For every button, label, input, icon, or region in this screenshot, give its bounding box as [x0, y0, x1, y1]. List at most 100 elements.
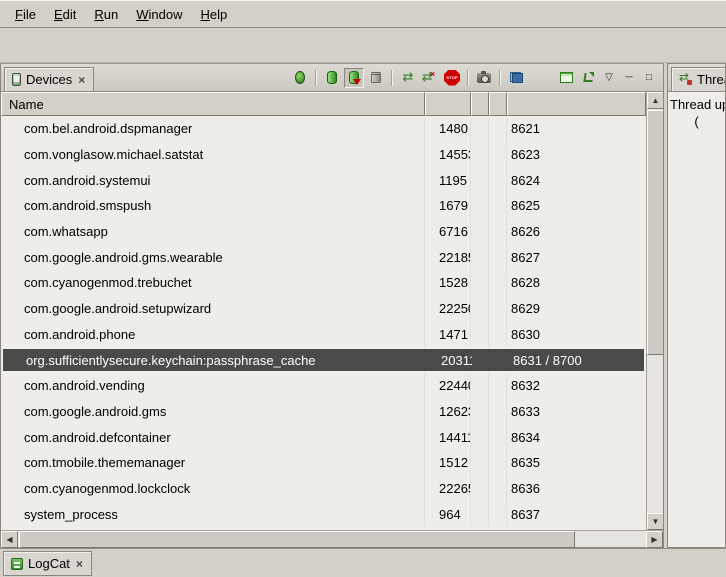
- cause-gc-icon[interactable]: [366, 68, 386, 88]
- tab-devices-label: Devices: [26, 72, 72, 87]
- screen-capture-icon[interactable]: [474, 68, 494, 88]
- process-name: com.cyanogenmod.trebuchet: [1, 270, 425, 296]
- process-spacer: [489, 450, 507, 476]
- process-spacer: [489, 501, 507, 527]
- process-name: com.google.android.gms: [1, 399, 425, 425]
- process-spacer: [471, 450, 489, 476]
- process-spacer: [489, 142, 507, 168]
- process-port: 8624: [507, 167, 646, 193]
- menu-help[interactable]: Help: [191, 4, 236, 25]
- process-spacer: [473, 349, 491, 371]
- process-spacer: [489, 219, 507, 245]
- table-row[interactable]: com.android.defcontainer144118634: [1, 424, 646, 450]
- vertical-scroll-thumb[interactable]: [647, 110, 663, 355]
- process-spacer: [471, 142, 489, 168]
- process-spacer: [471, 244, 489, 270]
- debug-process-icon[interactable]: [290, 68, 310, 88]
- bottom-view-bar: LogCat ×: [0, 548, 726, 577]
- column-header-name[interactable]: Name: [1, 92, 425, 116]
- start-method-profiling-icon[interactable]: ⇄: [420, 68, 440, 88]
- main-toolbar: [0, 28, 726, 63]
- process-name: com.android.vending: [1, 373, 425, 399]
- capture-system-info-icon[interactable]: [556, 68, 576, 88]
- scroll-up-icon[interactable]: ▲: [647, 92, 663, 109]
- process-name: com.whatsapp: [1, 219, 425, 245]
- ui-hierarchy-icon[interactable]: [506, 68, 526, 88]
- table-row[interactable]: com.android.smspush16798625: [1, 193, 646, 219]
- tree-capture-icon[interactable]: [578, 68, 598, 88]
- process-pid: 12623: [425, 399, 471, 425]
- process-name: com.bel.android.dspmanager: [1, 116, 425, 142]
- process-spacer: [489, 373, 507, 399]
- vertical-scrollbar[interactable]: ▲ ▼: [646, 92, 663, 530]
- threads-icon: [679, 74, 692, 86]
- menu-edit[interactable]: Edit: [45, 4, 85, 25]
- process-port: 8637: [507, 501, 646, 527]
- dump-hprof-icon[interactable]: [344, 68, 364, 88]
- menu-window[interactable]: Window: [127, 4, 191, 25]
- process-port: 8633: [507, 399, 646, 425]
- process-name: org.sufficientlysecure.keychain:passphra…: [3, 349, 427, 371]
- scroll-down-icon[interactable]: ▼: [647, 513, 663, 530]
- view-menu-icon[interactable]: ▽: [600, 72, 618, 83]
- scroll-left-icon[interactable]: ◀: [1, 531, 18, 548]
- tab-threads[interactable]: Threads: [671, 67, 726, 91]
- process-port: 8631 / 8700: [509, 349, 644, 371]
- update-heap-icon[interactable]: [322, 68, 342, 88]
- horizontal-scroll-thumb[interactable]: [19, 531, 575, 548]
- column-header-spacer1[interactable]: [471, 92, 489, 116]
- update-threads-icon[interactable]: ⇄: [398, 68, 418, 88]
- process-pid: 1480: [425, 116, 471, 142]
- column-header-spacer2[interactable]: [489, 92, 507, 116]
- logcat-icon: [11, 558, 23, 570]
- table-row[interactable]: com.google.android.gms12623 8633: [1, 399, 646, 425]
- table-row[interactable]: com.whatsapp67168626: [1, 219, 646, 245]
- table-row[interactable]: com.bel.android.dspmanager1480 8621: [1, 116, 646, 142]
- column-header-pid[interactable]: [425, 92, 471, 116]
- tab-threads-label: Threads: [697, 72, 726, 87]
- process-spacer: [489, 116, 507, 142]
- process-spacer: [471, 219, 489, 245]
- stop-process-icon[interactable]: STOP: [442, 68, 462, 88]
- table-row[interactable]: system_process9648637: [1, 501, 646, 527]
- table-row[interactable]: org.sufficientlysecure.keychain:passphra…: [1, 347, 646, 373]
- table-row[interactable]: com.tmobile.thememanager15128635: [1, 450, 646, 476]
- tab-devices-close-icon[interactable]: ×: [77, 73, 86, 87]
- table-row[interactable]: com.android.vending22440 8632: [1, 373, 646, 399]
- process-port: 8634: [507, 424, 646, 450]
- process-spacer: [471, 116, 489, 142]
- toolbar-separator: [467, 70, 469, 86]
- process-spacer: [489, 193, 507, 219]
- table-row[interactable]: com.google.android.gms.wearable221858627: [1, 244, 646, 270]
- table-row[interactable]: com.vonglasow.michael.satstat145538623: [1, 142, 646, 168]
- table-row[interactable]: com.android.systemui11958624: [1, 167, 646, 193]
- process-name: com.android.smspush: [1, 193, 425, 219]
- process-pid: 22185: [425, 244, 471, 270]
- process-pid: 6716: [425, 219, 471, 245]
- tab-logcat[interactable]: LogCat ×: [3, 551, 92, 576]
- tab-devices[interactable]: Devices ×: [4, 67, 94, 91]
- process-spacer: [471, 373, 489, 399]
- menu-file[interactable]: File: [6, 4, 45, 25]
- process-pid: 22440: [425, 373, 471, 399]
- tab-logcat-close-icon[interactable]: ×: [75, 557, 84, 571]
- maximize-icon[interactable]: □: [640, 72, 658, 83]
- process-port: 8623: [507, 142, 646, 168]
- column-header-port[interactable]: [507, 92, 646, 116]
- process-name: com.android.defcontainer: [1, 424, 425, 450]
- process-port: 8632: [507, 373, 646, 399]
- table-row[interactable]: com.cyanogenmod.trebuchet15288628: [1, 270, 646, 296]
- process-port: 8625: [507, 193, 646, 219]
- scroll-right-icon[interactable]: ▶: [646, 531, 663, 548]
- table-row[interactable]: com.android.phone14718630: [1, 322, 646, 348]
- process-pid: 1512: [425, 450, 471, 476]
- process-port: 8621: [507, 116, 646, 142]
- horizontal-scrollbar[interactable]: ◀ ▶: [1, 530, 663, 547]
- process-spacer: [471, 270, 489, 296]
- table-row[interactable]: com.cyanogenmod.lockclock222658636: [1, 476, 646, 502]
- table-row[interactable]: com.google.android.setupwizard222508629: [1, 296, 646, 322]
- process-pid: 1471: [425, 322, 471, 348]
- process-pid: 964: [425, 501, 471, 527]
- menu-run[interactable]: Run: [85, 4, 127, 25]
- minimize-icon[interactable]: ─: [620, 72, 638, 83]
